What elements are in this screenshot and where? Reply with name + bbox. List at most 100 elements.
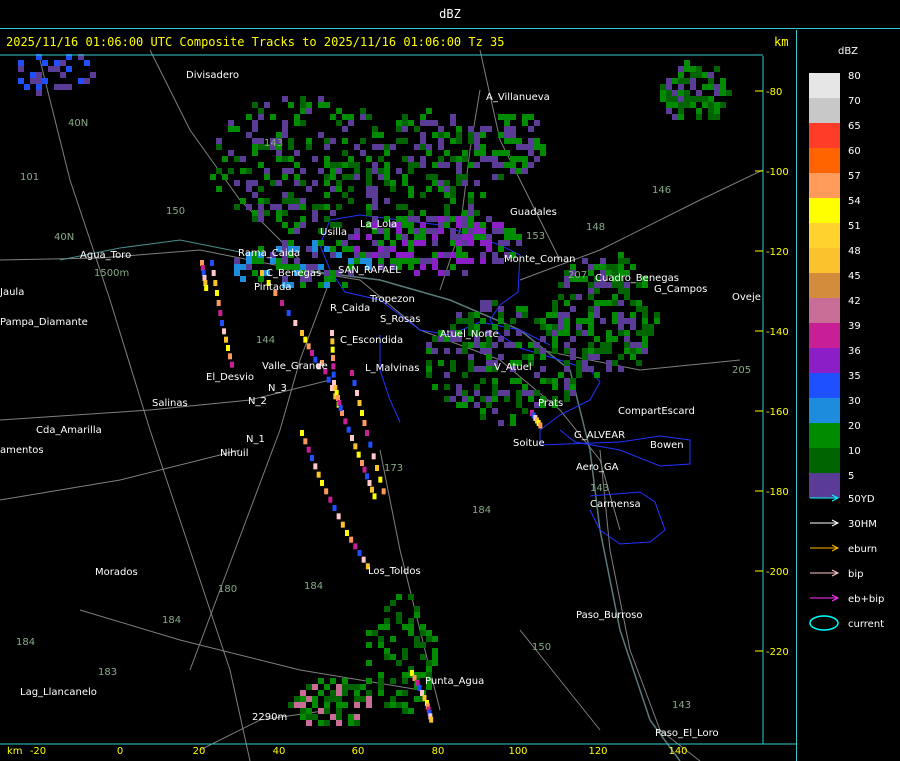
echo-cell bbox=[294, 174, 300, 180]
echo-cell bbox=[384, 150, 390, 156]
echo-cell bbox=[228, 120, 234, 126]
echo-cell bbox=[564, 318, 570, 324]
track-mark bbox=[357, 400, 362, 406]
echo-cell bbox=[498, 162, 504, 168]
echo-cell bbox=[294, 696, 300, 702]
echo-cell bbox=[288, 192, 294, 198]
echo-cell bbox=[438, 156, 444, 162]
place-label: Agua_Toro bbox=[80, 250, 131, 261]
echo-cell bbox=[516, 240, 522, 246]
echo-cell bbox=[318, 132, 324, 138]
track-mark bbox=[367, 480, 372, 486]
echo-cell bbox=[480, 396, 486, 402]
echo-cell bbox=[420, 132, 426, 138]
route-number: 183 bbox=[98, 667, 117, 678]
echo-cell bbox=[342, 192, 348, 198]
echo-cell bbox=[618, 366, 624, 372]
echo-cell bbox=[282, 192, 288, 198]
echo-cell bbox=[564, 390, 570, 396]
track-legend-label: eb+bip bbox=[848, 594, 884, 605]
echo-cell bbox=[462, 240, 468, 246]
echo-cell bbox=[492, 162, 498, 168]
legend-swatch bbox=[809, 98, 840, 123]
echo-cell bbox=[612, 336, 618, 342]
echo-cell bbox=[456, 318, 462, 324]
echo-cell bbox=[552, 336, 558, 342]
echo-cell bbox=[354, 234, 360, 240]
radar-map[interactable]: 40N 101 143 150 40N 146 148 153 207 1500m 144 205 17… bbox=[0, 30, 797, 761]
echo-cell bbox=[444, 192, 450, 198]
echo-cell bbox=[486, 246, 492, 252]
echo-cell bbox=[408, 162, 414, 168]
echo-cell bbox=[420, 222, 426, 228]
echo-cell bbox=[306, 684, 312, 690]
echo-cell bbox=[330, 174, 336, 180]
echo-cell bbox=[240, 156, 246, 162]
echo-cell bbox=[420, 654, 426, 660]
echo-cell bbox=[456, 168, 462, 174]
echo-cell bbox=[450, 396, 456, 402]
echo-cell bbox=[294, 204, 300, 210]
echo-cell bbox=[276, 216, 282, 222]
echo-cell bbox=[378, 132, 384, 138]
echo-cell bbox=[258, 204, 264, 210]
echo-cell bbox=[426, 108, 432, 114]
echo-cell bbox=[462, 396, 468, 402]
echo-cell bbox=[624, 258, 630, 264]
echo-cell bbox=[348, 258, 354, 264]
track-mark bbox=[218, 310, 223, 316]
echo-cell bbox=[612, 360, 618, 366]
echo-cell bbox=[540, 336, 546, 342]
echo-cell bbox=[438, 186, 444, 192]
echo-cell bbox=[516, 396, 522, 402]
echo-cell bbox=[234, 126, 240, 132]
place-label: CompartEscard bbox=[618, 406, 695, 417]
echo-cell bbox=[630, 264, 636, 270]
echo-cell bbox=[528, 114, 534, 120]
echo-cell bbox=[264, 198, 270, 204]
echo-cell bbox=[528, 162, 534, 168]
echo-cell bbox=[462, 180, 468, 186]
echo-cell bbox=[504, 390, 510, 396]
echo-cell bbox=[354, 714, 360, 720]
echo-cell bbox=[486, 360, 492, 366]
echo-cell bbox=[318, 720, 324, 726]
echo-cell bbox=[366, 174, 372, 180]
echo-cell bbox=[594, 288, 600, 294]
echo-cell bbox=[540, 354, 546, 360]
echo-cell bbox=[342, 246, 348, 252]
echo-cell bbox=[564, 330, 570, 336]
echo-cell bbox=[312, 714, 318, 720]
echo-cell bbox=[366, 156, 372, 162]
echo-cell bbox=[666, 96, 672, 102]
echo-cell bbox=[18, 66, 24, 72]
echo-cell bbox=[372, 192, 378, 198]
echo-cell bbox=[600, 318, 606, 324]
echo-cell bbox=[348, 720, 354, 726]
echo-cell bbox=[504, 234, 510, 240]
echo-cell bbox=[246, 114, 252, 120]
echo-cell bbox=[492, 408, 498, 414]
echo-cell bbox=[336, 240, 342, 246]
place-label: Cda_Amarilla bbox=[36, 425, 102, 436]
echo-cell bbox=[402, 180, 408, 186]
border-line bbox=[379, 335, 401, 423]
echo-cell bbox=[588, 342, 594, 348]
echo-cell bbox=[588, 354, 594, 360]
echo-cell bbox=[366, 696, 372, 702]
echo-cell bbox=[378, 642, 384, 648]
echo-cell bbox=[480, 192, 486, 198]
echo-cell bbox=[366, 168, 372, 174]
legend-value: 5 bbox=[848, 471, 854, 482]
echo-cell bbox=[282, 96, 288, 102]
echo-cell bbox=[384, 234, 390, 240]
echo-cell bbox=[564, 396, 570, 402]
echo-cell bbox=[324, 138, 330, 144]
echo-cell bbox=[348, 684, 354, 690]
echo-cell bbox=[330, 246, 336, 252]
echo-cell bbox=[678, 78, 684, 84]
echo-cell bbox=[492, 300, 498, 306]
echo-cell bbox=[246, 186, 252, 192]
echo-cell bbox=[504, 240, 510, 246]
radar-map-panel[interactable]: 40N 101 143 150 40N 146 148 153 207 1500m 144 205 17… bbox=[0, 30, 797, 761]
